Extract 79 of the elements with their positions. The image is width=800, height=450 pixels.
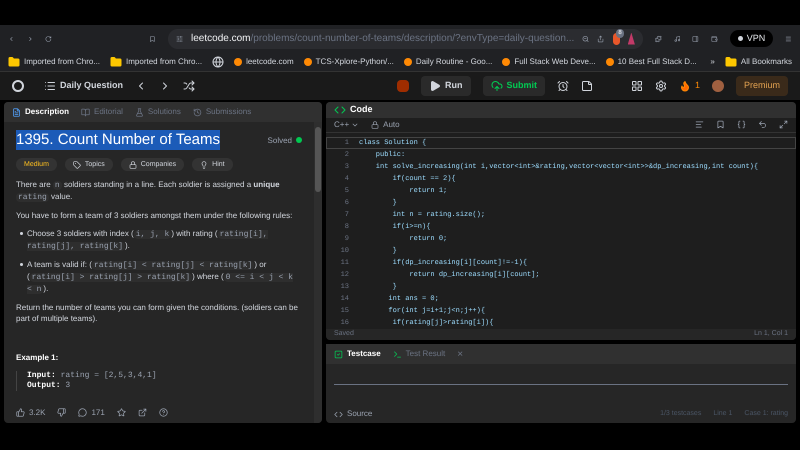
- bookmark-item[interactable]: Daily Routine - Goo...: [404, 56, 492, 68]
- bookmark-item[interactable]: 10 Best Full Stack D...: [606, 56, 697, 68]
- example-line: Input: rating = [2,5,3,4,1]: [27, 371, 158, 381]
- scrollbar[interactable]: [314, 122, 322, 423]
- avatar[interactable]: [712, 80, 724, 92]
- tab-icon: [12, 108, 21, 116]
- settings-icon[interactable]: [654, 80, 667, 92]
- submit-button[interactable]: Submit: [482, 76, 546, 96]
- braces-icon[interactable]: [737, 120, 746, 130]
- comment-icon: [78, 408, 88, 417]
- like-button[interactable]: 3.2K: [16, 407, 46, 418]
- panel-tab[interactable]: Description: [12, 106, 70, 118]
- code-icon: [334, 410, 343, 418]
- globe-icon: [212, 56, 224, 68]
- share-icon[interactable]: [138, 408, 147, 417]
- tag-icon: [200, 160, 208, 168]
- thumbs-up-icon: [16, 408, 25, 417]
- grid-icon[interactable]: [630, 80, 643, 92]
- bookmark-item[interactable]: Full Stack Web Deve...: [502, 56, 596, 68]
- daily-question-link[interactable]: Daily Question: [44, 79, 124, 93]
- solved-status: Solved: [268, 134, 302, 146]
- folder-icon: [8, 56, 20, 68]
- undo-icon[interactable]: [758, 120, 767, 130]
- flame-icon: [678, 80, 691, 92]
- vpn-button[interactable]: VPN: [730, 30, 774, 48]
- site-icon: [304, 58, 312, 66]
- description-text: Return the number of teams you can form given the conditions. (soldiers can be part of multiple teams).: [16, 302, 299, 324]
- site-icon: [234, 58, 242, 66]
- bookmark-item[interactable]: TCS-Xplore-Python/...: [304, 56, 394, 68]
- terminal-icon: [392, 350, 402, 358]
- problem-title: 1395. Count Number of Teams: [16, 130, 220, 150]
- star-icon[interactable]: [116, 408, 126, 417]
- bookmark-item[interactable]: leetcode.com: [234, 56, 294, 68]
- folder-icon: [110, 56, 122, 68]
- auto-mode[interactable]: Auto: [371, 118, 400, 131]
- bookmark-icon[interactable]: [716, 120, 725, 130]
- thumbs-down-icon[interactable]: [57, 408, 66, 417]
- description-text: You have to form a team of 3 soldiers amongst them under the following rules:: [16, 210, 294, 221]
- all-bookmarks[interactable]: All Bookmarks: [724, 56, 792, 68]
- alarm-icon[interactable]: [557, 80, 570, 92]
- format-icon[interactable]: [695, 120, 704, 130]
- logo-icon[interactable]: [12, 80, 24, 92]
- description-text: There are n soldiers standing in a line. Each soldier is assigned a unique rating value.: [16, 179, 281, 203]
- bookmark-item[interactable]: Imported from Chro...: [110, 56, 202, 68]
- tag-icon: [128, 160, 137, 168]
- site-icon: [502, 58, 510, 66]
- upload-icon: [490, 80, 503, 92]
- more-bookmarks[interactable]: »: [710, 56, 715, 68]
- source-link[interactable]: Source: [334, 408, 372, 420]
- streak-counter[interactable]: 1: [678, 79, 700, 93]
- tag-icon: [72, 160, 81, 168]
- comments-button[interactable]: 171: [78, 407, 105, 418]
- rule-text: A team is valid if: ( rating[i] < rating[j] < rating[k] ) or ( rating[i] > rating[j] > rating[k] ) where ( 0 <= i < j < k < n ).: [27, 259, 294, 295]
- folder-icon: [724, 56, 737, 68]
- bookmark-item[interactable]: [212, 56, 224, 68]
- tab-icon: [134, 108, 144, 116]
- shuffle-icon[interactable]: [183, 80, 196, 92]
- checkbox-icon: [334, 350, 343, 358]
- bookmark-item[interactable]: Imported from Chro...: [8, 56, 100, 68]
- console-tab[interactable]: Testcase: [334, 348, 381, 360]
- help-icon[interactable]: [158, 408, 168, 417]
- play-icon: [429, 80, 442, 92]
- site-icon: [606, 58, 614, 66]
- site-icon: [404, 58, 412, 66]
- example-line: Output: 3: [27, 381, 72, 391]
- bullet-icon: [20, 232, 23, 235]
- note-icon[interactable]: [581, 80, 594, 92]
- panel-title: Code: [350, 103, 372, 116]
- language-select[interactable]: C++: [334, 118, 360, 131]
- tab-icon: [81, 108, 90, 116]
- run-button[interactable]: Run: [421, 76, 471, 96]
- code-icon: [334, 104, 346, 116]
- lock-icon: [371, 120, 380, 129]
- premium-button[interactable]: Premium: [736, 76, 788, 96]
- rule-text: Choose 3 soldiers with index ( i, j, k ) with rating ( rating[i], rating[j], rating[k] ).: [27, 228, 269, 252]
- example-title: Example 1:: [16, 352, 60, 363]
- expand-icon[interactable]: [779, 120, 788, 130]
- tab-icon: [192, 108, 202, 116]
- bullet-icon: [20, 263, 23, 266]
